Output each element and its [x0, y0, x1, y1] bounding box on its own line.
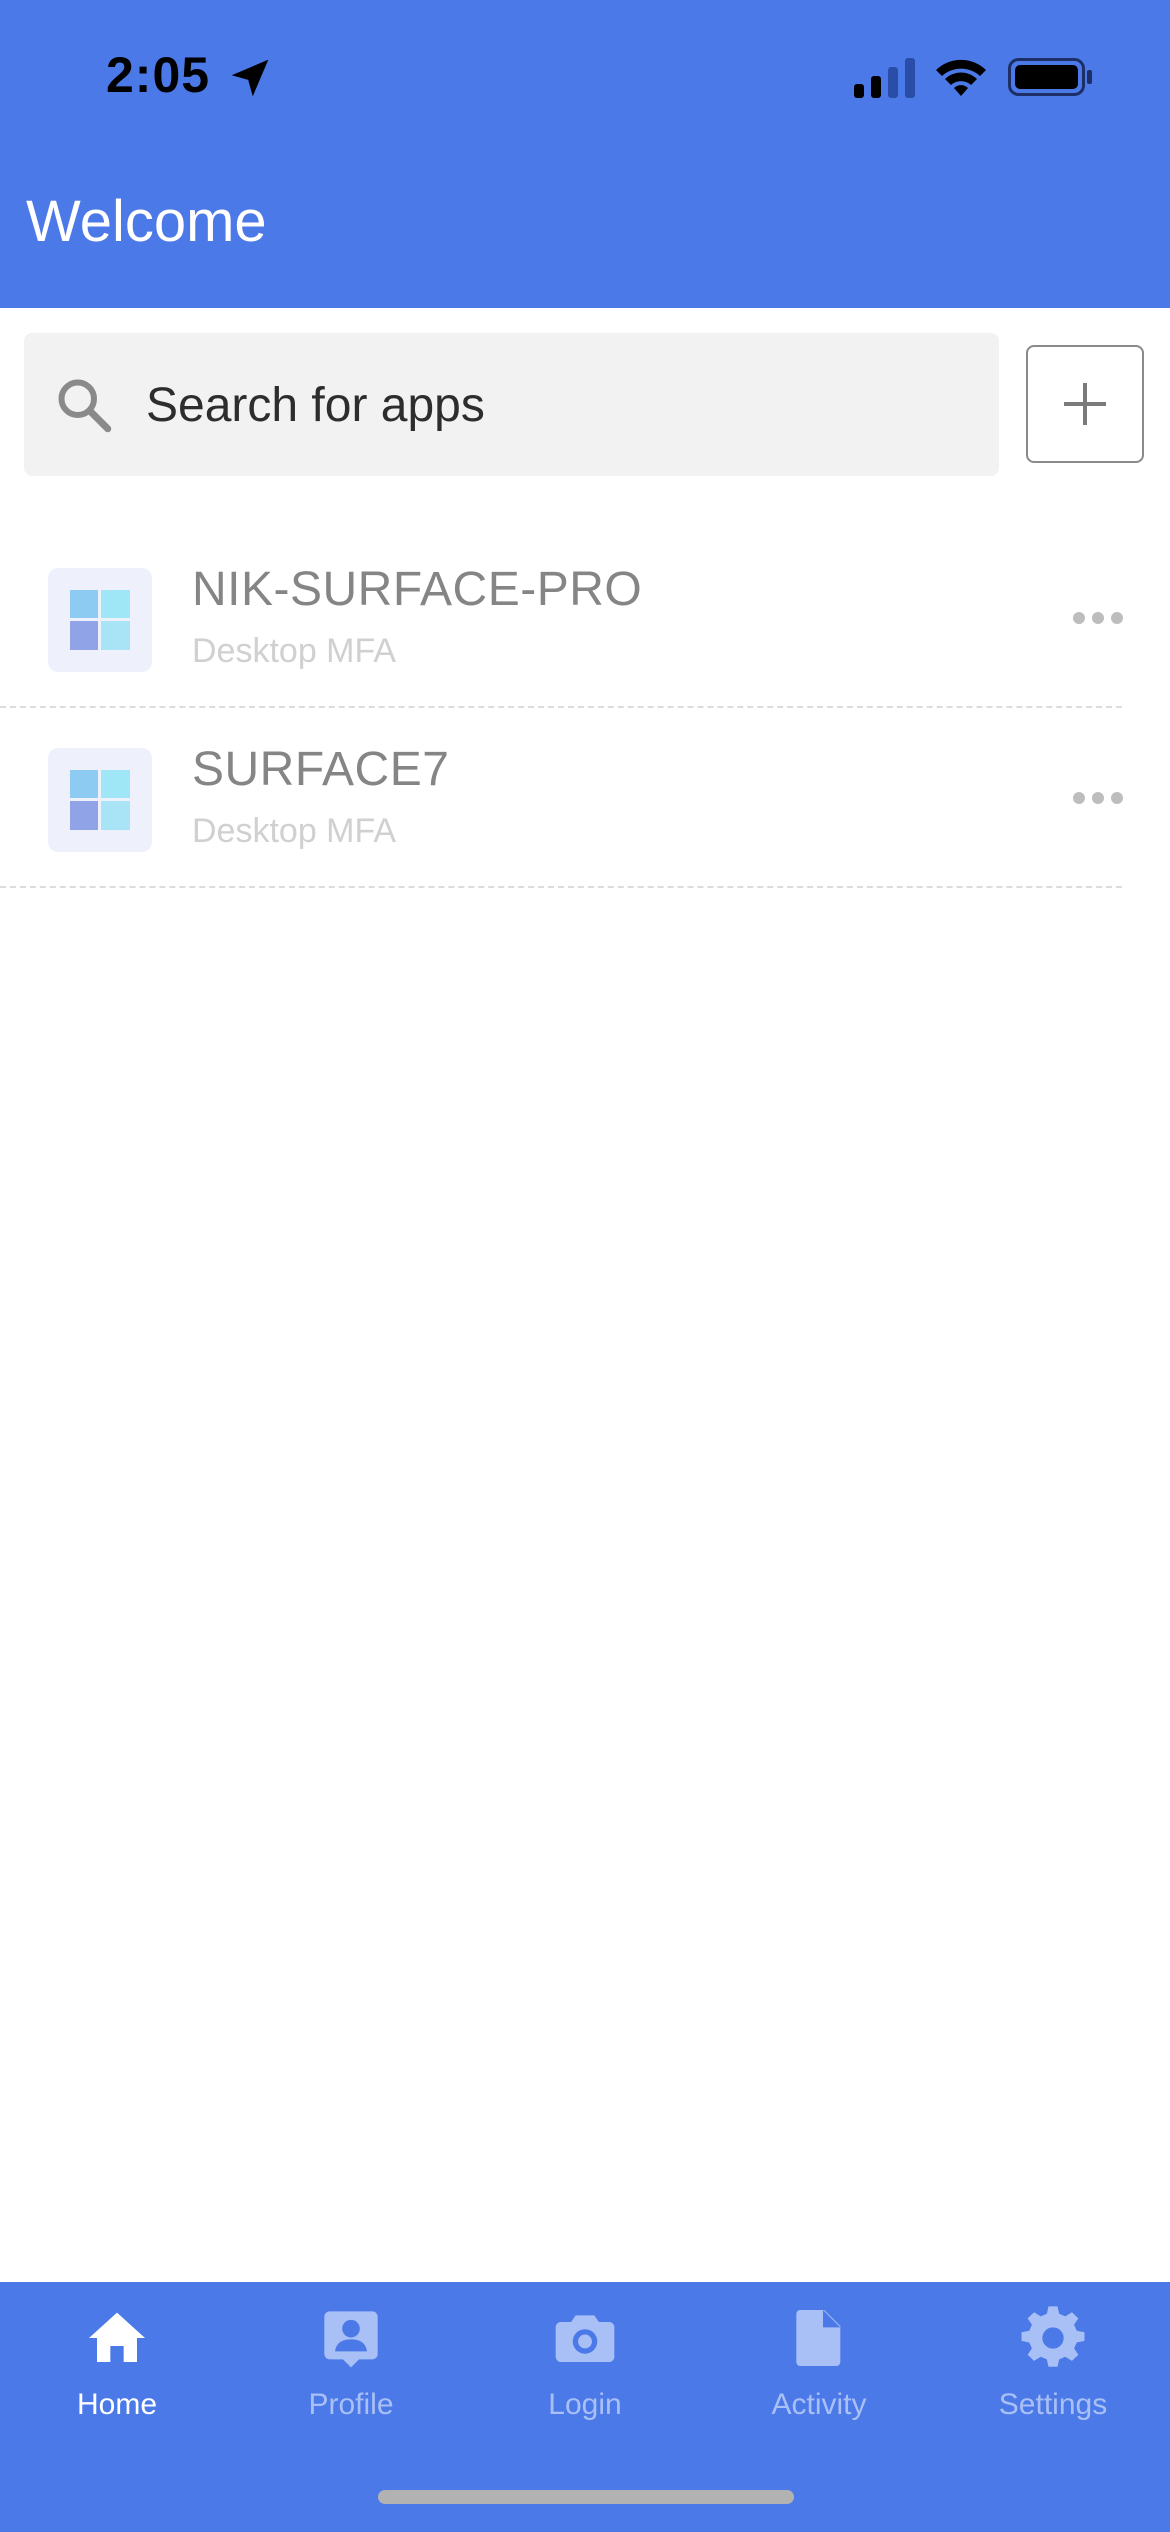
app-name: NIK-SURFACE-PRO: [192, 563, 643, 616]
more-options-icon[interactable]: [1072, 788, 1124, 808]
app-header: 2:05 Welcome: [0, 0, 1170, 308]
tab-settings[interactable]: Settings: [936, 2302, 1170, 2442]
app-list-item[interactable]: SURFACE7 Desktop MFA: [0, 708, 1124, 888]
row-divider: [0, 886, 1122, 888]
tab-label: Home: [76, 2388, 158, 2421]
more-options-icon[interactable]: [1072, 608, 1124, 628]
app-list-item[interactable]: NIK-SURFACE-PRO Desktop MFA: [0, 528, 1124, 708]
windows-logo-icon: [70, 590, 130, 650]
tab-activity[interactable]: Activity: [702, 2302, 936, 2442]
app-name: SURFACE7: [192, 743, 450, 796]
page-title: Welcome: [26, 189, 267, 254]
app-subtitle: Desktop MFA: [192, 632, 397, 670]
tab-home[interactable]: Home: [0, 2302, 234, 2442]
tab-label: Settings: [998, 2388, 1108, 2421]
wifi-icon: [936, 59, 986, 96]
tab-label: Login: [548, 2388, 622, 2421]
plus-icon: [1064, 383, 1106, 425]
camera-icon: [555, 2315, 615, 2362]
search-input[interactable]: [146, 370, 966, 440]
app-subtitle: Desktop MFA: [192, 812, 397, 850]
status-time: 2:05: [106, 47, 211, 103]
add-app-button[interactable]: [1026, 345, 1144, 463]
home-indicator: [378, 2490, 794, 2504]
tab-label: Profile: [308, 2388, 394, 2421]
profile-icon: [324, 2311, 378, 2368]
document-icon: [796, 2310, 841, 2366]
tab-profile[interactable]: Profile: [234, 2302, 468, 2442]
search-icon: [58, 379, 112, 433]
app-tile: [48, 568, 152, 672]
location-arrow-icon: [231, 59, 269, 97]
gear-icon: [1021, 2306, 1085, 2367]
tab-login[interactable]: Login: [468, 2302, 702, 2442]
app-tile: [48, 748, 152, 852]
cellular-signal-icon: [854, 58, 915, 98]
battery-icon: [1008, 58, 1092, 96]
windows-logo-icon: [70, 770, 130, 830]
tab-label: Activity: [771, 2388, 867, 2421]
home-icon: [89, 2312, 145, 2362]
